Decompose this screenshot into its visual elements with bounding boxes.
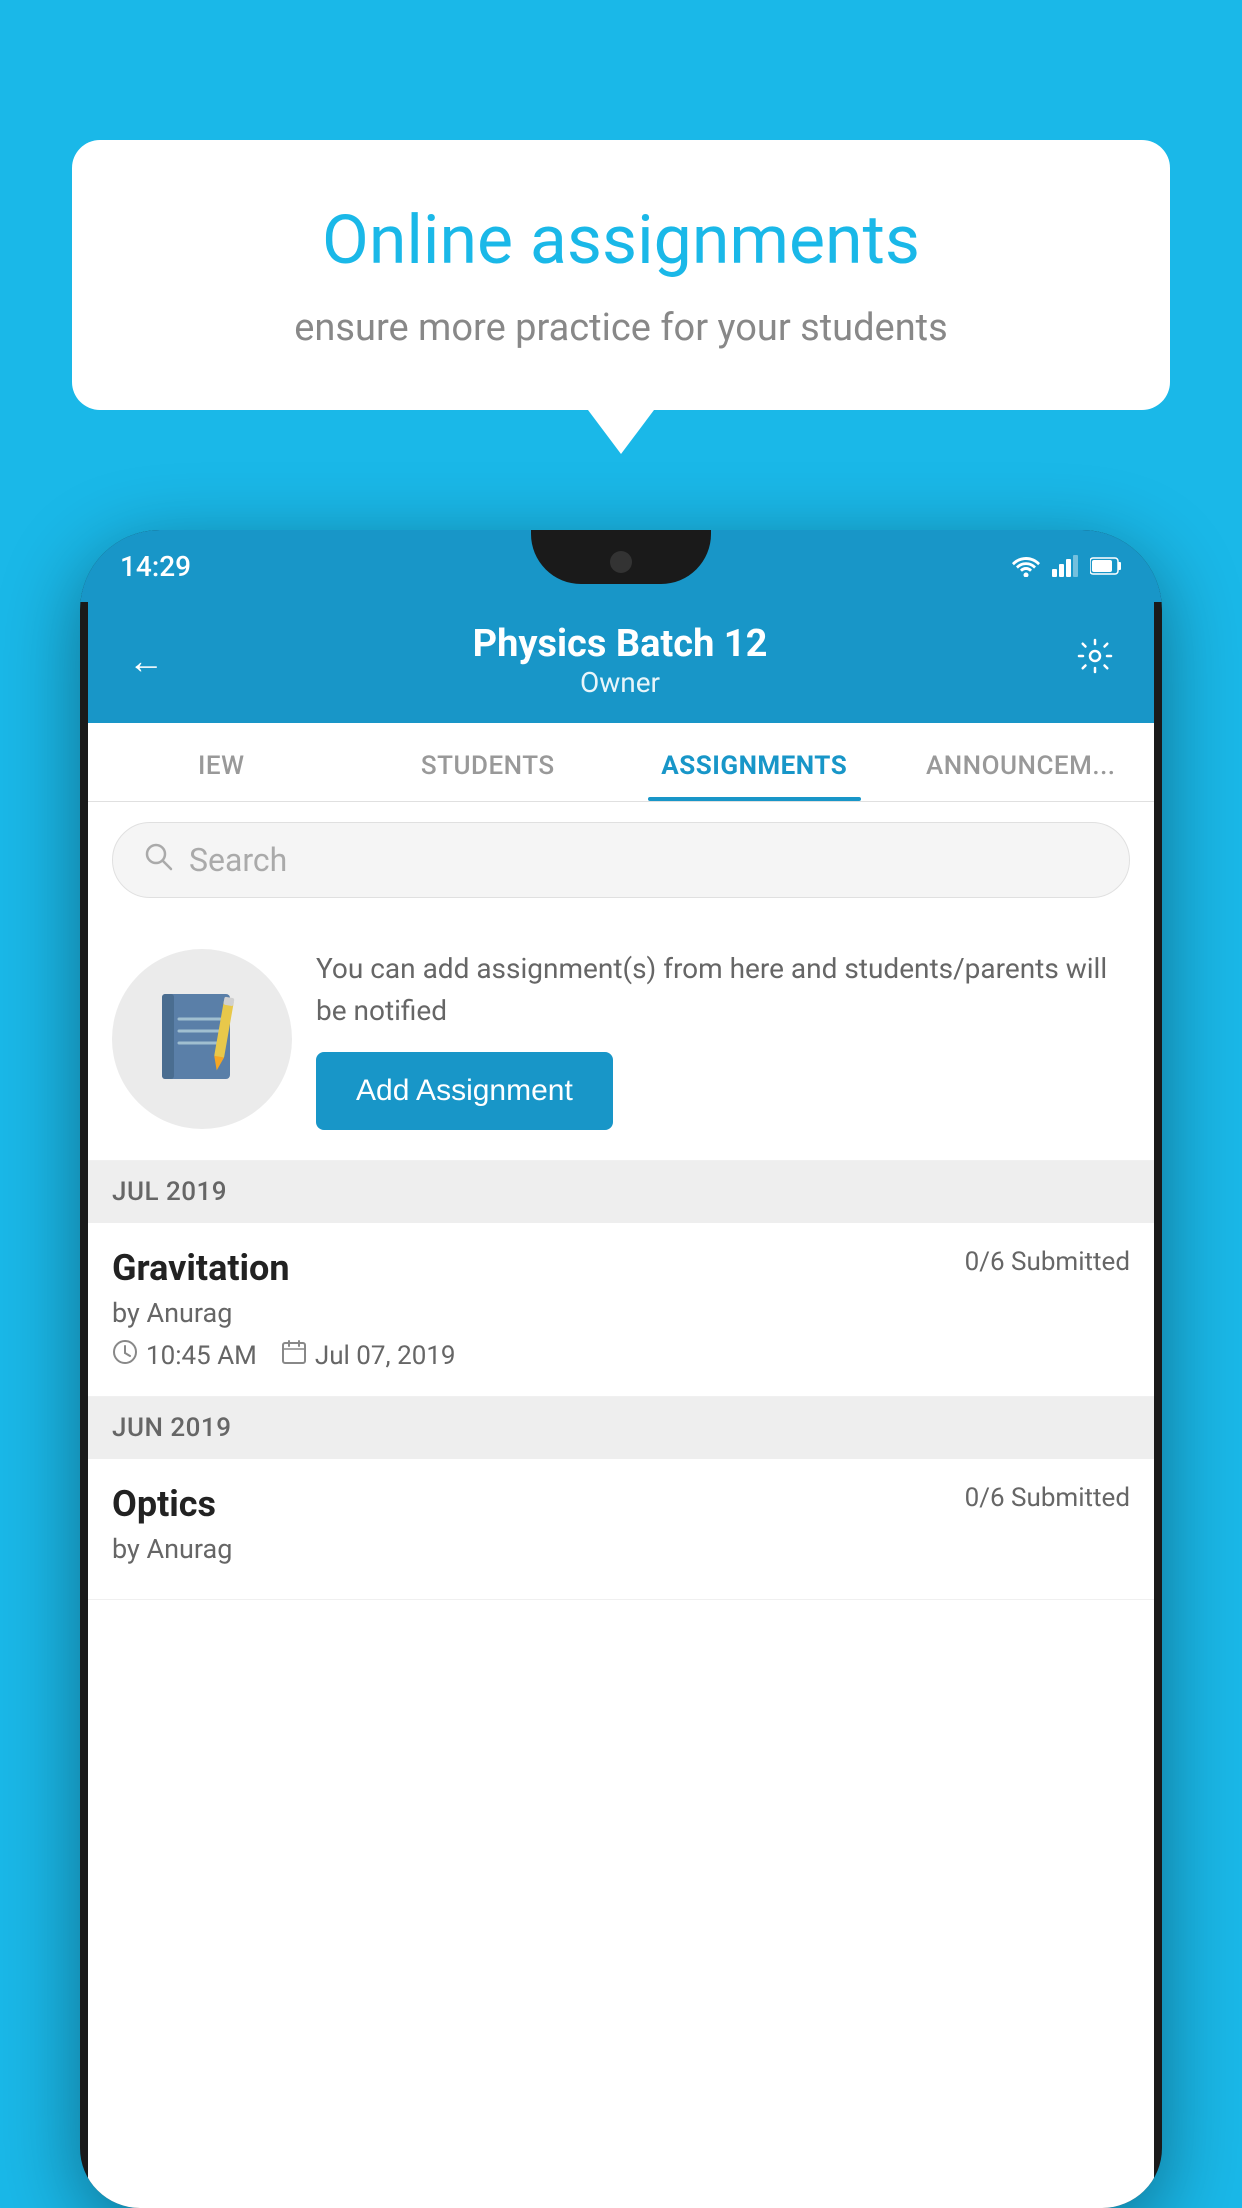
status-time: 14:29 xyxy=(120,550,191,583)
assignment-time: 10:45 AM xyxy=(112,1339,257,1372)
assignment-item-gravitation[interactable]: Gravitation 0/6 Submitted by Anurag 10:4… xyxy=(88,1223,1154,1397)
add-assignment-button[interactable]: Add Assignment xyxy=(316,1052,613,1130)
tabs-bar: IEW STUDENTS ASSIGNMENTS ANNOUNCEM... xyxy=(88,723,1154,802)
assignment-author: by Anurag xyxy=(112,1297,1130,1329)
assignment-row-top: Gravitation 0/6 Submitted xyxy=(112,1247,1130,1289)
wifi-icon xyxy=(1012,555,1040,577)
status-bar: 14:29 xyxy=(80,530,1162,602)
gear-icon xyxy=(1076,637,1114,675)
calendar-icon xyxy=(281,1339,307,1372)
app-header: ← Physics Batch 12 Owner xyxy=(88,602,1154,723)
promo-description: You can add assignment(s) from here and … xyxy=(316,948,1130,1032)
assignment-submitted-optics: 0/6 Submitted xyxy=(965,1483,1130,1513)
section-header-jul: JUL 2019 xyxy=(88,1161,1154,1223)
signal-icon xyxy=(1052,555,1078,577)
section-header-jun: JUN 2019 xyxy=(88,1397,1154,1459)
notebook-icon xyxy=(157,989,247,1089)
status-icons xyxy=(1012,555,1122,577)
camera xyxy=(610,551,632,573)
phone-frame: 14:29 xyxy=(80,530,1162,2208)
search-placeholder: Search xyxy=(189,841,287,879)
settings-button[interactable] xyxy=(1076,637,1114,685)
header-title-block: Physics Batch 12 Owner xyxy=(164,622,1076,699)
assignment-title-optics: Optics xyxy=(112,1483,216,1525)
assignment-title: Gravitation xyxy=(112,1247,290,1289)
promo-card: Online assignments ensure more practice … xyxy=(72,140,1170,410)
assignment-row-top-optics: Optics 0/6 Submitted xyxy=(112,1483,1130,1525)
clock-icon xyxy=(112,1339,138,1372)
header-subtitle: Owner xyxy=(164,666,1076,699)
phone-notch xyxy=(531,530,711,584)
phone-screen: ← Physics Batch 12 Owner IEW STUDENTS AS… xyxy=(88,602,1154,2208)
assignment-meta: 10:45 AM Jul 07, 2019 xyxy=(112,1339,1130,1372)
header-title: Physics Batch 12 xyxy=(164,622,1076,666)
search-bar-container: Search xyxy=(88,802,1154,918)
search-bar[interactable]: Search xyxy=(112,822,1130,898)
speech-bubble: Online assignments ensure more practice … xyxy=(72,140,1170,410)
promo-icon-circle xyxy=(112,949,292,1129)
promo-subtitle: ensure more practice for your students xyxy=(132,306,1110,350)
back-button[interactable]: ← xyxy=(128,640,164,682)
assignment-author-optics: by Anurag xyxy=(112,1533,1130,1565)
assignment-date: Jul 07, 2019 xyxy=(281,1339,456,1372)
promo-title: Online assignments xyxy=(132,200,1110,282)
tab-announcements[interactable]: ANNOUNCEM... xyxy=(888,723,1155,801)
tab-students[interactable]: STUDENTS xyxy=(355,723,622,801)
promo-text-block: You can add assignment(s) from here and … xyxy=(316,948,1130,1130)
time-label: 10:45 AM xyxy=(146,1341,257,1371)
promo-block: You can add assignment(s) from here and … xyxy=(88,918,1154,1161)
tab-iew[interactable]: IEW xyxy=(88,723,355,801)
search-icon xyxy=(143,841,173,879)
assignment-item-optics[interactable]: Optics 0/6 Submitted by Anurag xyxy=(88,1459,1154,1600)
search-svg xyxy=(143,841,173,871)
date-label: Jul 07, 2019 xyxy=(315,1341,456,1371)
tab-assignments[interactable]: ASSIGNMENTS xyxy=(621,723,888,801)
assignment-submitted: 0/6 Submitted xyxy=(965,1247,1130,1277)
battery-icon xyxy=(1090,556,1122,576)
